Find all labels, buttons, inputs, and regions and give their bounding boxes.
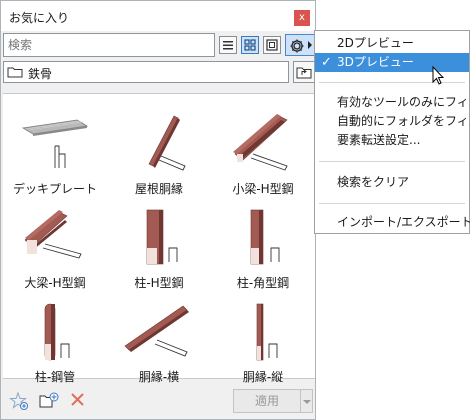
girt-horizontal-icon (124, 305, 189, 357)
folder-name: 鉄骨 (28, 67, 53, 81)
menu-item-auto-filter-folders[interactable]: 自動的にフォルダをフィルタ (315, 112, 470, 131)
palette-toolbar: 適用 (1, 383, 315, 419)
list-view-icon (223, 41, 233, 50)
favorite-item-label: 屋根胴縁 (134, 182, 183, 196)
favorites-grid: デッキプレート 屋根胴縁 小梁-H型鋼 大梁-H型鋼 柱-H型鋼 柱-角型鋼 柱… (3, 93, 315, 384)
favorite-item-label: デッキプレート (12, 182, 97, 196)
menu-item-label: 有効なツールのみにフィルタ (337, 95, 470, 109)
settings-menu-button[interactable] (285, 34, 315, 56)
folder-dropdown[interactable]: 鉄骨 (3, 61, 289, 83)
grid-view-button[interactable] (241, 36, 259, 54)
search-input[interactable] (3, 33, 215, 57)
favorite-item[interactable]: 胴縁-横 (107, 296, 211, 392)
chevron-right-icon (308, 41, 312, 49)
favorite-item[interactable]: 柱-H型鋼 (107, 202, 211, 298)
palette-titlebar: お気に入り x (1, 1, 315, 31)
folder-up-icon (296, 67, 312, 79)
favorite-item[interactable]: 大梁-H型鋼 (3, 202, 107, 298)
favorites-palette: お気に入り x 検索 鉄骨 デッキプレート 屋根胴縁 小梁-H型鋼 大梁-H型鋼… (0, 0, 316, 420)
menu-item-label: 自動的にフォルダをフィルタ (337, 114, 470, 128)
grid-view-icon (244, 39, 256, 51)
list-view-button[interactable] (219, 36, 237, 54)
column-pipe-icon (44, 303, 70, 361)
favorite-item[interactable]: 胴縁-縦 (211, 296, 315, 392)
favorite-item[interactable]: デッキプレート (3, 108, 107, 204)
favorite-item-label: 柱-角型鋼 (236, 276, 290, 290)
girt-vertical-icon (256, 303, 278, 361)
close-button[interactable]: x (294, 10, 310, 26)
add-favorite-star-icon[interactable] (9, 391, 29, 411)
preview-view-icon (266, 39, 278, 51)
menu-item-label: インポート/エクスポート... (337, 215, 470, 229)
favorite-item-label: 柱-H型鋼 (134, 276, 184, 290)
favorite-item-label: 大梁-H型鋼 (24, 276, 86, 290)
delete-icon[interactable] (69, 391, 87, 409)
menu-item-transfer-settings[interactable]: 要素転送設定... (315, 131, 469, 150)
column-h-icon (146, 209, 178, 265)
gear-icon (290, 39, 304, 53)
menu-item-clear-search[interactable]: 検索をクリア (315, 173, 469, 192)
palette-title: お気に入り (9, 11, 70, 25)
settings-dropdown-menu: 2Dプレビュー ✓ 3Dプレビュー 有効なツールのみにフィルタ 自動的にフォルダ… (314, 30, 470, 234)
menu-item-filter-active-tools[interactable]: 有効なツールのみにフィルタ (315, 93, 470, 112)
large-beam-h-icon (24, 210, 82, 259)
favorite-item[interactable]: 小梁-H型鋼 (211, 108, 315, 204)
apply-button[interactable]: 適用 (233, 389, 301, 413)
small-beam-h-icon (233, 114, 288, 171)
favorite-item[interactable]: 柱-鋼管 (3, 296, 107, 392)
menu-item-label: 要素転送設定... (337, 133, 421, 147)
menu-item-2d-preview[interactable]: 2Dプレビュー (315, 34, 469, 53)
favorite-item[interactable]: 屋根胴縁 (107, 108, 211, 204)
new-folder-icon[interactable] (39, 391, 59, 411)
check-icon: ✓ (321, 55, 332, 70)
menu-item-label: 3Dプレビュー (337, 55, 414, 69)
favorite-item-label: 小梁-H型鋼 (232, 182, 294, 196)
roof-purlin-icon (148, 115, 186, 171)
preview-view-button[interactable] (263, 36, 281, 54)
menu-item-label: 検索をクリア (337, 175, 410, 189)
apply-options-button[interactable] (301, 389, 313, 413)
menu-separator (319, 161, 465, 162)
mouse-cursor-icon (432, 66, 445, 85)
menu-item-import-export[interactable]: インポート/エクスポート... (315, 213, 470, 232)
menu-item-label: 2Dプレビュー (337, 36, 414, 50)
parent-folder-button[interactable] (293, 61, 315, 83)
deck-plate-icon (21, 119, 89, 168)
folder-icon (7, 67, 23, 78)
menu-separator (319, 203, 465, 204)
column-square-icon (250, 209, 280, 265)
favorite-item[interactable]: 柱-角型鋼 (211, 202, 315, 298)
